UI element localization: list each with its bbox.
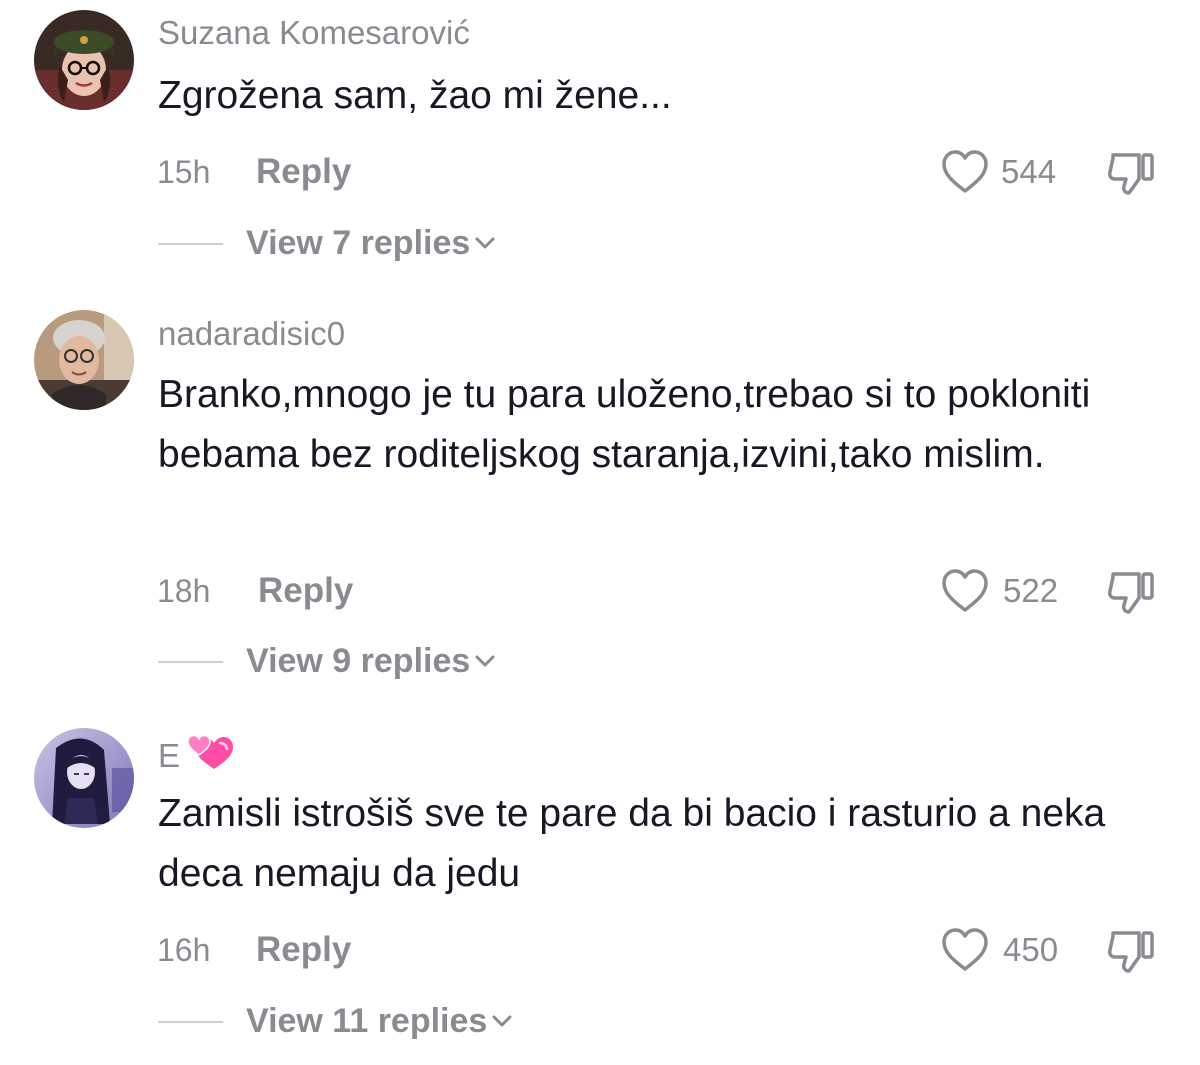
comment-timestamp: 18h xyxy=(157,573,211,609)
view-replies-button[interactable]: View 7 replies xyxy=(246,218,496,268)
view-replies-label: View 9 replies xyxy=(246,642,471,680)
heart-outline-icon[interactable] xyxy=(940,568,990,614)
like-count: 544 xyxy=(1001,153,1057,190)
thumbs-down-outline-icon[interactable] xyxy=(1105,149,1157,197)
comment-text: Zamisli istrošiš sve te pare da bi bacio… xyxy=(158,792,1106,895)
comment-timestamp: 15h xyxy=(157,154,211,190)
thumbs-down-outline-icon[interactable] xyxy=(1105,927,1157,975)
view-replies-row: View 7 replies xyxy=(0,218,1200,268)
heart-outline-icon[interactable] xyxy=(940,149,990,195)
avatar-photo-icon xyxy=(34,10,134,110)
comment-actions: 16h Reply 450 xyxy=(0,925,1200,975)
view-replies-row: View 11 replies xyxy=(0,996,1200,1046)
view-replies-button[interactable]: View 9 replies xyxy=(246,636,496,686)
reply-button[interactable]: Reply xyxy=(258,566,353,616)
heart-outline-icon[interactable] xyxy=(940,927,990,973)
reply-button[interactable]: Reply xyxy=(256,147,351,197)
reply-button[interactable]: Reply xyxy=(256,925,351,975)
view-replies-button[interactable]: View 11 replies xyxy=(246,996,513,1046)
avatar[interactable] xyxy=(34,310,134,410)
avatar[interactable] xyxy=(34,10,134,110)
view-replies-label: View 11 replies xyxy=(246,1002,488,1040)
divider xyxy=(158,1021,223,1023)
avatar-photo-icon xyxy=(34,310,134,410)
comment-text: Branko,mnogo je tu para uloženo,trebao s… xyxy=(158,373,1091,476)
avatar[interactable] xyxy=(34,728,134,828)
view-replies-row: View 9 replies xyxy=(0,636,1200,686)
chevron-down-icon xyxy=(492,1015,512,1027)
thumbs-down-outline-icon[interactable] xyxy=(1105,568,1157,616)
comment-username[interactable]: Suzana Komesarović xyxy=(158,13,470,53)
view-replies-label: View 7 replies xyxy=(246,224,471,262)
comment-actions: 15h Reply 544 xyxy=(0,147,1200,197)
comment-actions: 18h Reply 522 xyxy=(0,566,1200,616)
comment-username[interactable]: E xyxy=(158,733,234,776)
two-hearts-emoji xyxy=(187,734,234,769)
chevron-down-icon xyxy=(475,237,495,249)
avatar-anime-icon xyxy=(34,728,134,828)
comment-username[interactable]: nadaradisic0 xyxy=(158,314,345,354)
username-text: E xyxy=(158,737,181,774)
like-count: 522 xyxy=(1003,572,1059,609)
comment-timestamp: 16h xyxy=(157,932,211,968)
divider xyxy=(158,661,223,663)
divider xyxy=(158,243,223,245)
chevron-down-icon xyxy=(475,655,495,667)
comment-text: Zgrožena sam, žao mi žene... xyxy=(158,74,672,117)
like-count: 450 xyxy=(1003,931,1059,968)
